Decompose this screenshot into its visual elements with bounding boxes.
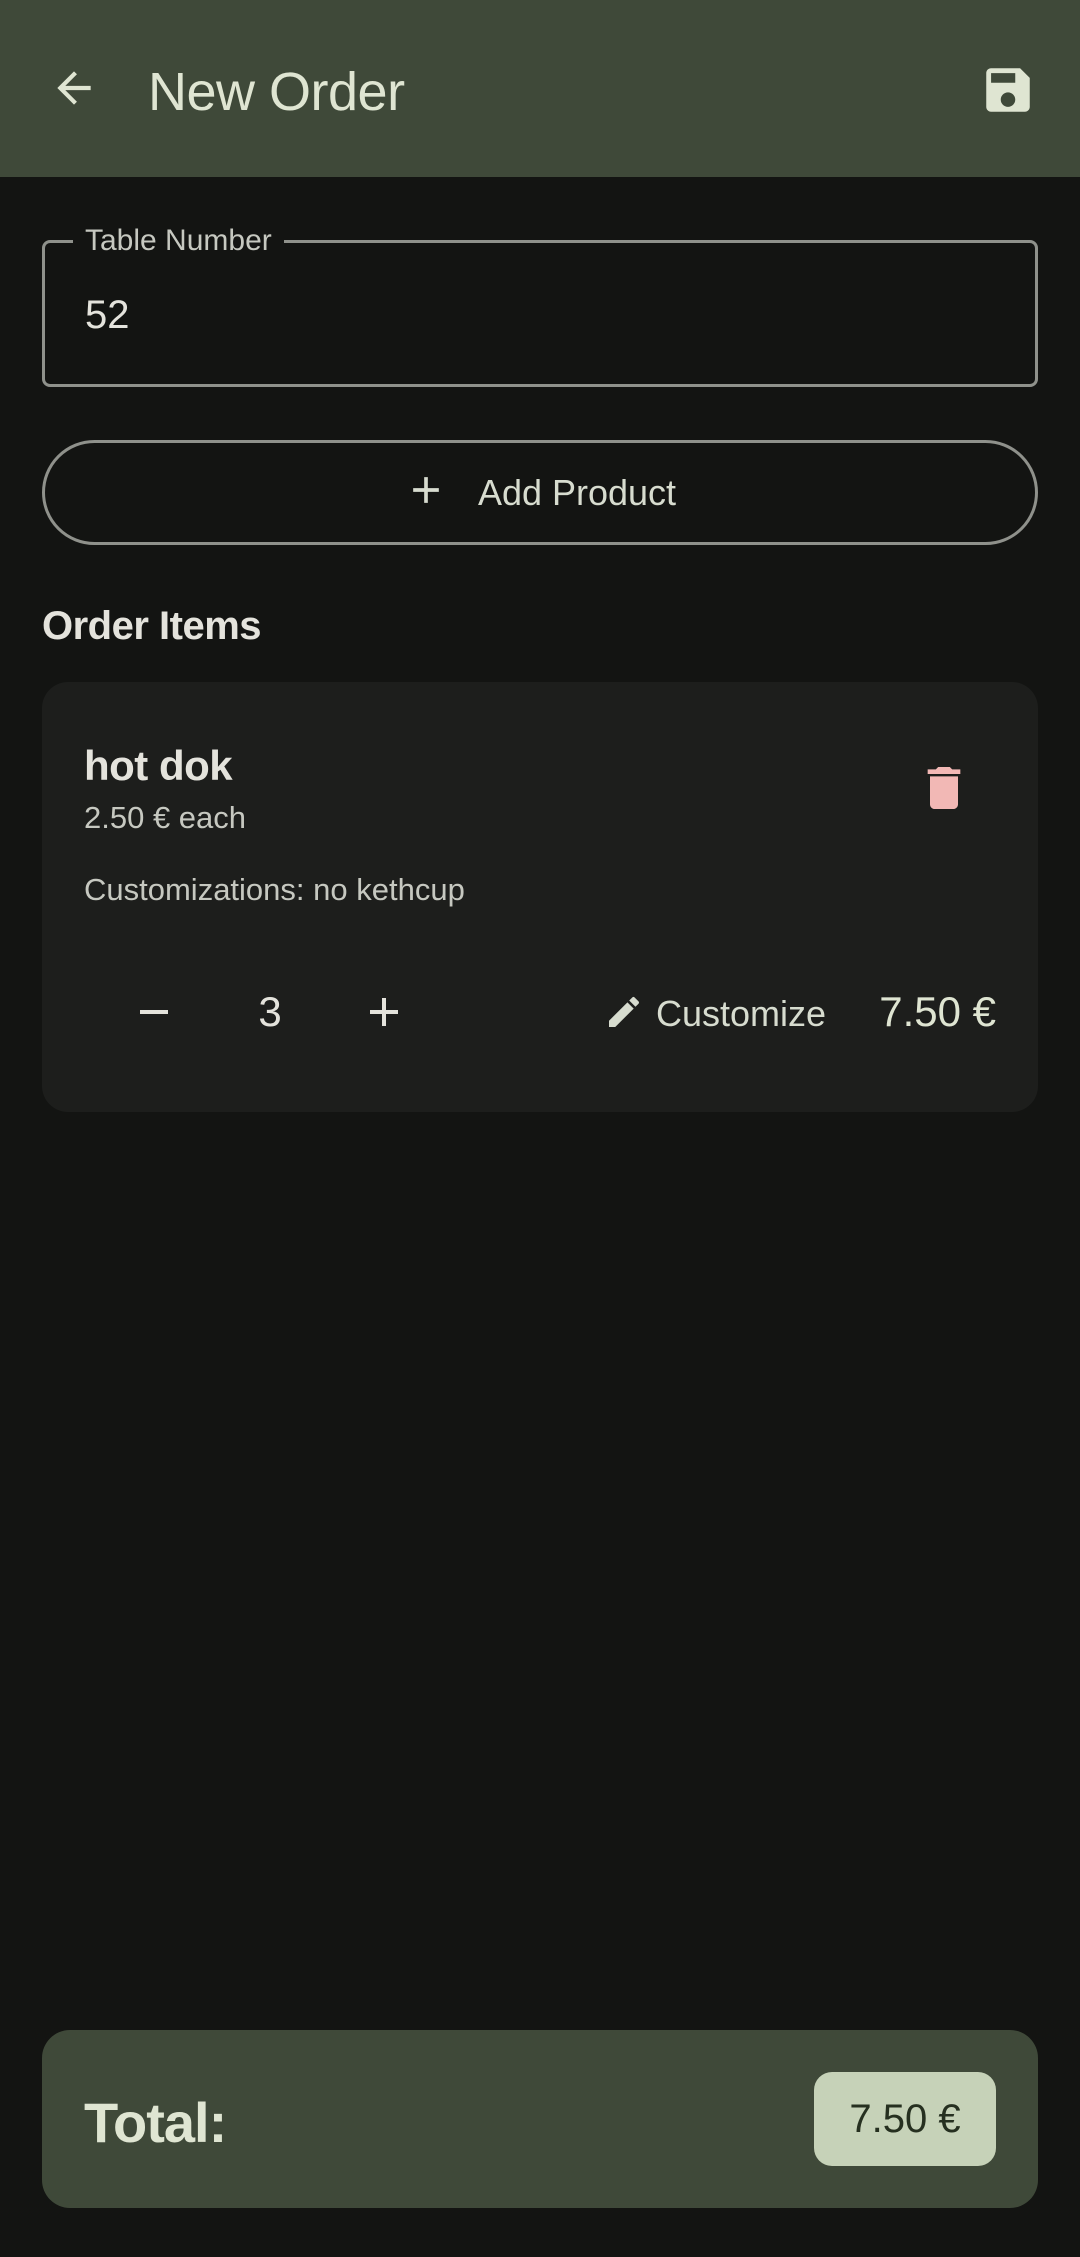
page-title: New Order [148, 62, 405, 122]
edit-pencil-icon [604, 992, 644, 1037]
customize-button[interactable]: Customize [604, 978, 826, 1050]
save-icon [979, 61, 1037, 124]
back-button[interactable] [40, 56, 108, 124]
item-name: hot dok [84, 742, 233, 789]
table-number-label: Table Number [73, 223, 284, 259]
order-items-title: Order Items [42, 604, 262, 648]
trash-icon [916, 760, 972, 821]
plus-icon [404, 468, 448, 517]
customize-label: Customize [656, 993, 827, 1034]
decrease-quantity-button[interactable] [112, 972, 196, 1056]
item-unit-price: 2.50 € each [84, 800, 247, 835]
save-button[interactable] [972, 56, 1044, 128]
arrow-back-icon [49, 63, 99, 118]
table-number-field[interactable]: Table Number [42, 223, 1038, 387]
increase-quantity-button[interactable] [342, 972, 426, 1056]
order-item-card: hot dok 2.50 € each Customizations: no k… [42, 682, 1038, 1112]
plus-icon [360, 988, 408, 1041]
item-customizations: Customizations: no kethcup [84, 872, 465, 907]
quantity-value: 3 [258, 988, 282, 1035]
table-number-input[interactable] [85, 293, 985, 338]
add-product-label: Add Product [477, 471, 677, 513]
total-bar: Total: 7.50 € [42, 2030, 1038, 2208]
total-value-chip: 7.50 € [814, 2072, 996, 2166]
app-bar: New Order [0, 0, 1080, 177]
add-product-button[interactable]: Add Product [42, 440, 1038, 545]
total-label: Total: [84, 2091, 227, 2154]
delete-item-button[interactable] [902, 748, 986, 832]
minus-icon [130, 988, 178, 1041]
item-line-total: 7.50 € [879, 988, 996, 1035]
